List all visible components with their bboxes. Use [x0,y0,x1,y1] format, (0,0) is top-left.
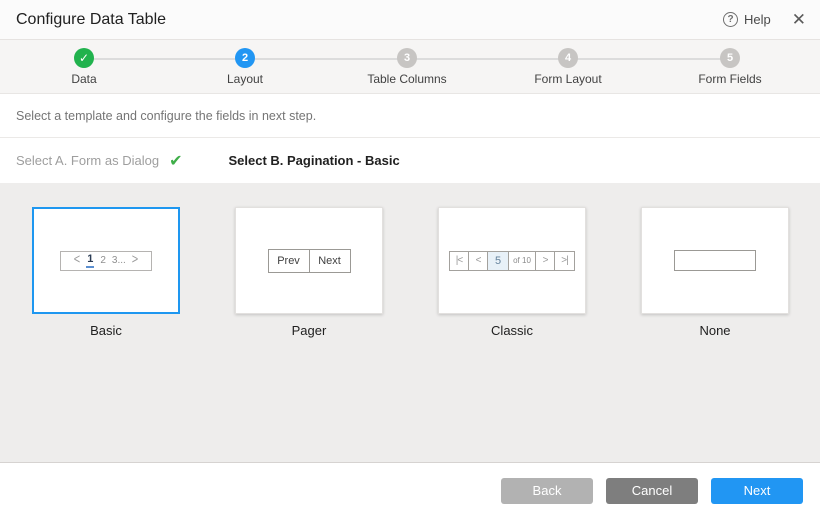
page-number: 2 [100,255,106,266]
step-label: Form Layout [508,72,628,86]
template-option-classic: |< < 5 of 10 > >| Classic [438,207,586,338]
current-page-cell: 5 [488,252,509,270]
close-icon[interactable]: ✕ [792,11,806,28]
empty-pagination-preview [674,250,756,271]
template-label: Classic [438,323,586,338]
classic-pagination-preview: |< < 5 of 10 > >| [449,251,575,271]
template-label: None [641,323,789,338]
select-a-label: Select A. Form as Dialog [16,153,159,168]
prev-page-icon: < [469,252,488,270]
page-number-ellipsis: 3... [112,255,126,266]
template-label: Basic [32,323,180,338]
template-card-pager[interactable]: Prev Next [235,207,383,314]
dialog-title: Configure Data Table [16,11,166,29]
select-a-check-icon: ✔ [169,151,182,171]
last-page-icon: >| [555,252,574,270]
select-b-label: Select B. Pagination - Basic [228,153,399,168]
next-button[interactable]: Next [711,478,803,504]
template-gallery: < 1 2 3... > Basic Prev Next Pager [0,183,820,462]
basic-pagination-preview: < 1 2 3... > [60,251,152,271]
step-number-badge: 2 [235,48,255,68]
help-icon: ? [723,12,738,27]
template-card-classic[interactable]: |< < 5 of 10 > >| [438,207,586,314]
next-chevron-icon: > [132,254,138,268]
selection-summary-row: Select A. Form as Dialog ✔ Select B. Pag… [0,138,820,183]
back-button[interactable]: Back [501,478,593,504]
header-actions: ? Help ✕ [723,11,806,28]
first-page-icon: |< [450,252,469,270]
step-label: Form Fields [670,72,790,86]
help-button[interactable]: ? Help [723,12,771,27]
step-form-layout[interactable]: 4 Form Layout [508,48,628,86]
pager-pagination-preview: Prev Next [268,249,351,273]
step-form-fields[interactable]: 5 Form Fields [670,48,790,86]
step-number-badge: 4 [558,48,578,68]
cancel-button[interactable]: Cancel [606,478,698,504]
page-count-cell: of 10 [509,252,536,270]
step-number-badge: 3 [397,48,417,68]
template-card-basic[interactable]: < 1 2 3... > [32,207,180,314]
hint-row: Select a template and configure the fiel… [0,94,820,138]
next-button-preview: Next [309,249,351,273]
current-page-number: 1 [86,253,94,268]
template-option-basic: < 1 2 3... > Basic [32,207,180,338]
wizard-stepper: ✓ Data 2 Layout 3 Table Columns 4 Form L… [0,40,820,94]
help-label: Help [744,12,771,27]
step-complete-check-icon: ✓ [74,48,94,68]
dialog-header: Configure Data Table ? Help ✕ [0,0,820,40]
hint-text: Select a template and configure the fiel… [16,109,316,123]
dialog-footer: Back Cancel Next [0,462,820,518]
next-page-icon: > [536,252,555,270]
configure-data-table-dialog: Configure Data Table ? Help ✕ ✓ Data 2 L… [0,0,820,518]
template-option-pager: Prev Next Pager [235,207,383,338]
template-card-none[interactable] [641,207,789,314]
template-label: Pager [235,323,383,338]
step-data[interactable]: ✓ Data [24,48,144,86]
step-label: Data [24,72,144,86]
step-label: Table Columns [347,72,467,86]
step-number-badge: 5 [720,48,740,68]
step-table-columns[interactable]: 3 Table Columns [347,48,467,86]
template-option-none: None [641,207,789,338]
step-label: Layout [185,72,305,86]
step-layout[interactable]: 2 Layout [185,48,305,86]
prev-chevron-icon: < [74,254,80,268]
prev-button-preview: Prev [268,249,310,273]
